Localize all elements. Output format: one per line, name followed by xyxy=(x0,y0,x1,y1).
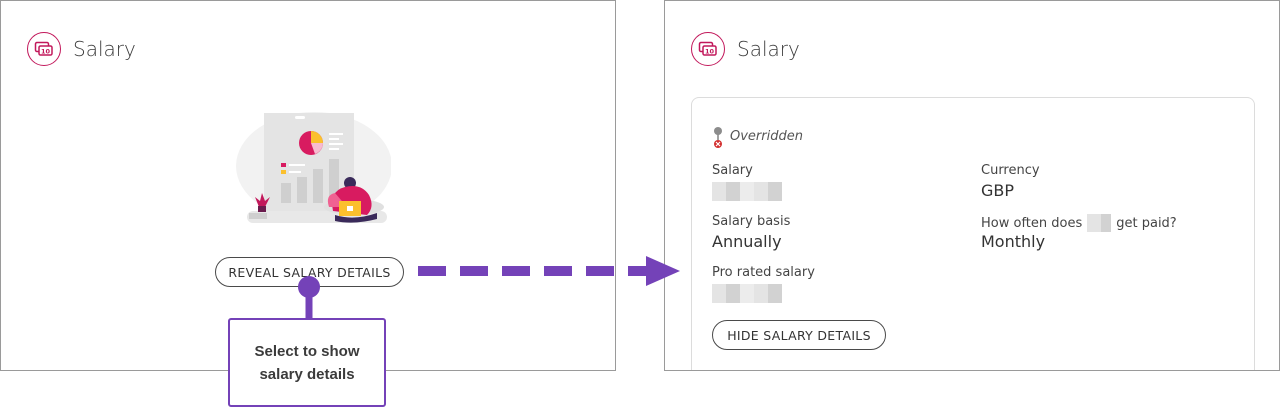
salary-illustration xyxy=(236,112,391,223)
override-pin-icon xyxy=(714,127,722,148)
callout-line-2: salary details xyxy=(259,365,355,383)
override-status-text: Overridden xyxy=(730,129,803,144)
salary-basis-value: Annually xyxy=(712,232,782,251)
panel-title: Salary xyxy=(73,37,136,61)
salary-panel-expanded: 10 Salary Overridden Salary Currency GBP… xyxy=(664,0,1280,371)
pay-frequency-value: Monthly xyxy=(981,232,1046,251)
override-status: Overridden xyxy=(712,126,803,150)
salary-label: Salary xyxy=(712,163,753,178)
pro-rated-salary-label: Pro rated salary xyxy=(712,265,815,280)
employee-name-redacted xyxy=(1087,214,1112,232)
svg-text:10: 10 xyxy=(705,47,715,55)
callout-box: Select to show salary details xyxy=(228,318,386,407)
pay-frequency-label-suffix: get paid? xyxy=(1116,215,1177,231)
salary-value-redacted xyxy=(712,182,782,201)
transition-arrow xyxy=(418,256,680,286)
pro-rated-salary-value-redacted xyxy=(712,284,782,303)
svg-text:10: 10 xyxy=(41,47,51,55)
salary-header: 10 Salary xyxy=(691,32,800,66)
callout-line-1: Select to show xyxy=(254,342,360,360)
salary-header: 10 Salary xyxy=(27,32,136,66)
currency-value: GBP xyxy=(981,181,1015,200)
pay-frequency-label: How often does get paid? xyxy=(981,214,1177,232)
callout-pointer xyxy=(298,276,320,321)
salary-money-icon: 10 xyxy=(27,32,61,66)
panel-title: Salary xyxy=(737,37,800,61)
salary-basis-label: Salary basis xyxy=(712,214,791,229)
pay-frequency-label-prefix: How often does xyxy=(981,215,1083,231)
currency-label: Currency xyxy=(981,163,1040,178)
salary-money-icon: 10 xyxy=(691,32,725,66)
hide-salary-details-button[interactable]: HIDE SALARY DETAILS xyxy=(712,320,886,350)
